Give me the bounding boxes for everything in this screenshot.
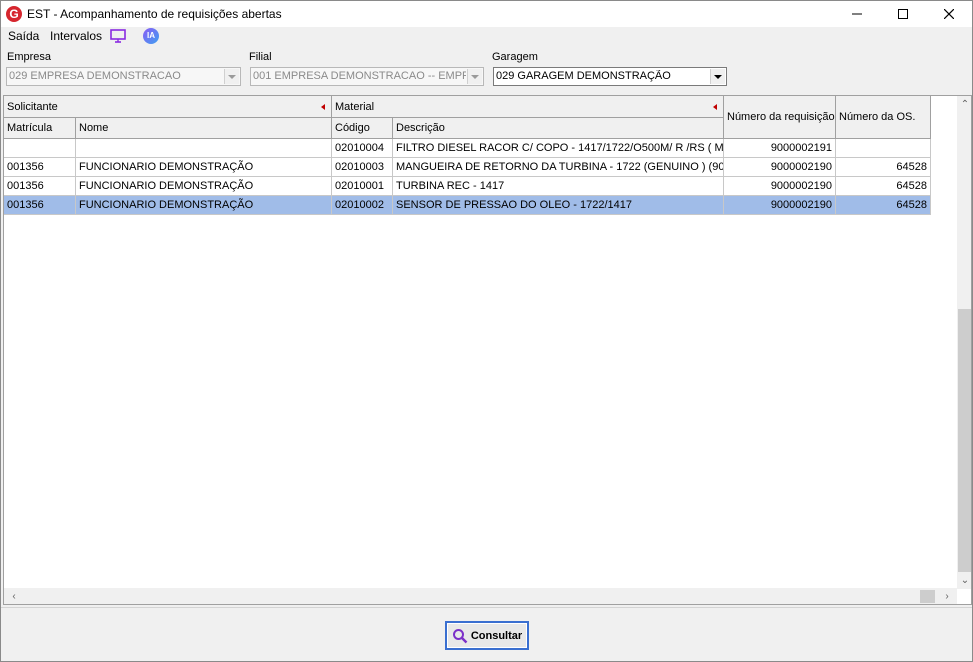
column-header-num-requisicao[interactable]: Número da requisição — [724, 96, 836, 139]
cell-descricao: FILTRO DIESEL RACOR C/ COPO - 1417/1722/… — [393, 139, 724, 158]
cell-matricula: 001356 — [4, 158, 76, 177]
cell-nome: FUNCIONARIO DEMONSTRAÇÃO — [76, 158, 332, 177]
chevron-down-icon[interactable] — [224, 69, 239, 84]
cell-nome — [76, 139, 332, 158]
cell-matricula: 001356 — [4, 177, 76, 196]
cell-num-requisicao: 9000002191 — [724, 139, 836, 158]
empresa-select[interactable]: 029 EMPRESA DEMONSTRACAO — [6, 67, 241, 86]
table-row-selected[interactable]: 001356 FUNCIONARIO DEMONSTRAÇÃO 02010002… — [4, 196, 931, 215]
chevron-down-icon[interactable] — [467, 69, 482, 84]
chevron-down-icon[interactable] — [710, 69, 725, 84]
cell-matricula: 001356 — [4, 196, 76, 215]
cell-num-requisicao: 9000002190 — [724, 177, 836, 196]
empresa-value: 029 EMPRESA DEMONSTRACAO — [9, 70, 181, 82]
garagem-label: Garagem — [492, 51, 538, 63]
cell-num-os: 64528 — [836, 158, 931, 177]
cell-nome: FUNCIONARIO DEMONSTRAÇÃO — [76, 196, 332, 215]
menu-saida[interactable]: Saída — [8, 29, 39, 43]
garagem-value: 029 GARAGEM DEMONSTRAÇÃO — [496, 70, 671, 82]
column-header-num-os[interactable]: Número da OS. — [836, 96, 931, 139]
column-header-descricao[interactable]: Descrição — [393, 118, 724, 139]
group-header-material[interactable]: Material — [332, 96, 724, 118]
app-logo-icon: G — [6, 6, 22, 22]
scroll-left-icon[interactable]: ‹ — [6, 588, 22, 604]
cell-matricula — [4, 139, 76, 158]
search-icon — [452, 628, 468, 643]
cell-num-requisicao: 9000002190 — [724, 196, 836, 215]
vertical-scroll-thumb[interactable] — [958, 309, 971, 572]
column-header-matricula[interactable]: Matrícula — [4, 118, 76, 139]
cell-codigo: 02010002 — [332, 196, 393, 215]
filial-label: Filial — [249, 51, 272, 63]
minimize-button[interactable] — [834, 1, 880, 27]
window-title: EST - Acompanhamento de requisições aber… — [27, 7, 282, 21]
horizontal-scroll-thumb[interactable] — [920, 590, 935, 603]
menu-bar: Saída Intervalos IA — [1, 27, 972, 47]
cell-descricao: SENSOR DE PRESSAO DO OLEO - 1722/1417 — [393, 196, 724, 215]
scroll-down-icon[interactable]: ⌄ — [957, 572, 971, 588]
filial-value: 001 EMPRESA DEMONSTRACAO -- EMPRESA — [253, 70, 466, 82]
menu-intervalos[interactable]: Intervalos — [50, 29, 102, 43]
cell-nome: FUNCIONARIO DEMONSTRAÇÃO — [76, 177, 332, 196]
cell-descricao: TURBINA REC - 1417 — [393, 177, 724, 196]
bottom-divider — [1, 607, 972, 608]
close-icon — [944, 9, 954, 19]
vertical-scrollbar[interactable]: ⌃ ⌄ — [957, 96, 971, 589]
column-header-nome[interactable]: Nome — [76, 118, 332, 139]
group-header-material-label: Material — [335, 100, 375, 113]
group-header-solicitante-label: Solicitante — [7, 100, 58, 113]
main-window: G EST - Acompanhamento de requisições ab… — [0, 0, 973, 662]
scroll-up-icon[interactable]: ⌃ — [957, 96, 971, 112]
cell-codigo: 02010001 — [332, 177, 393, 196]
maximize-icon — [898, 9, 908, 19]
cell-codigo: 02010004 — [332, 139, 393, 158]
consultar-button[interactable]: Consultar — [445, 621, 529, 650]
requisitions-grid: Solicitante Material Número da requisiçã… — [3, 95, 972, 605]
ia-assistant-icon[interactable]: IA — [143, 28, 159, 44]
group-header-solicitante[interactable]: Solicitante — [4, 96, 332, 118]
cell-num-os — [836, 139, 931, 158]
garagem-select[interactable]: 029 GARAGEM DEMONSTRAÇÃO — [493, 67, 727, 86]
empresa-label: Empresa — [7, 51, 52, 63]
cell-num-requisicao: 9000002190 — [724, 158, 836, 177]
minimize-icon — [852, 13, 862, 15]
cell-num-os: 64528 — [836, 196, 931, 215]
cell-num-os: 64528 — [836, 177, 931, 196]
monitor-icon[interactable] — [110, 29, 126, 43]
filial-select[interactable]: 001 EMPRESA DEMONSTRACAO -- EMPRESA — [250, 67, 484, 86]
close-button[interactable] — [926, 1, 972, 27]
group-collapse-icon[interactable] — [321, 104, 325, 110]
title-bar[interactable]: G EST - Acompanhamento de requisições ab… — [1, 1, 972, 27]
table-row[interactable]: 001356 FUNCIONARIO DEMONSTRAÇÃO 02010003… — [4, 158, 931, 177]
column-header-codigo[interactable]: Código — [332, 118, 393, 139]
cell-codigo: 02010003 — [332, 158, 393, 177]
scroll-right-icon[interactable]: › — [939, 588, 955, 604]
maximize-button[interactable] — [880, 1, 926, 27]
horizontal-scrollbar[interactable]: ‹ › — [4, 588, 957, 604]
table-row[interactable]: 001356 FUNCIONARIO DEMONSTRAÇÃO 02010001… — [4, 177, 931, 196]
consultar-label: Consultar — [470, 629, 523, 642]
table-row[interactable]: 02010004 FILTRO DIESEL RACOR C/ COPO - 1… — [4, 139, 931, 158]
cell-descricao: MANGUEIRA DE RETORNO DA TURBINA - 1722 (… — [393, 158, 724, 177]
group-collapse-icon[interactable] — [713, 104, 717, 110]
